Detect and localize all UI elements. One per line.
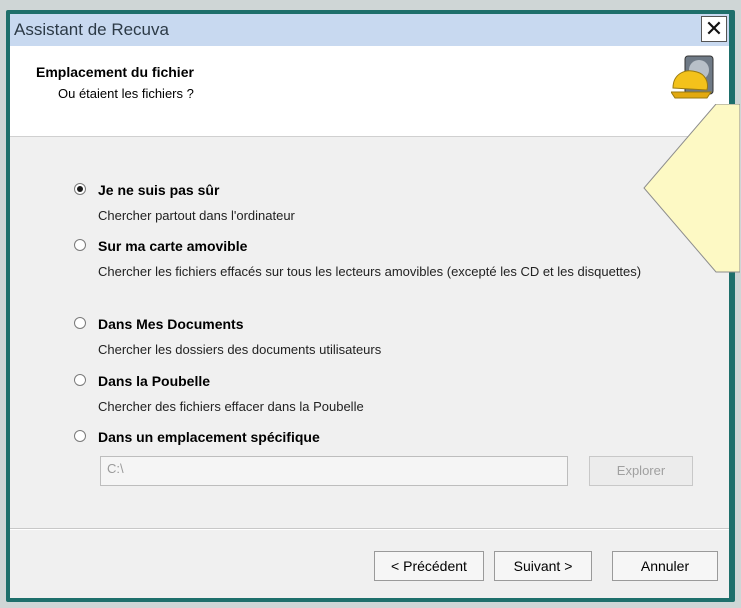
title-bar[interactable]: Assistant de Recuva ✕ (10, 14, 729, 46)
close-button[interactable]: ✕ (701, 16, 727, 42)
radio-not-sure[interactable] (74, 183, 86, 195)
option-not-sure-label[interactable]: Je ne suis pas sûr (98, 182, 219, 198)
option-my-documents-description: Chercher les dossiers des documents util… (98, 342, 382, 357)
option-not-sure-description: Chercher partout dans l'ordinateur (98, 208, 295, 223)
option-recycle-bin-description: Chercher des fichiers effacer dans la Po… (98, 399, 364, 414)
option-removable-card-description: Chercher les fichiers effacés sur tous l… (98, 264, 642, 279)
option-removable-card-label[interactable]: Sur ma carte amovible (98, 238, 247, 254)
option-specific-location-label[interactable]: Dans un emplacement spécifique (98, 429, 320, 445)
recuva-wizard-window: Assistant de Recuva ✕ Emplacement du fic… (10, 14, 740, 598)
window-title: Assistant de Recuva (14, 20, 169, 39)
location-path-input[interactable]: C:\ (100, 456, 568, 486)
recuva-helmet-icon (671, 55, 714, 99)
back-button[interactable]: < Précédent (374, 551, 484, 581)
tooltip-balloon (643, 104, 740, 273)
radio-my-documents[interactable] (74, 317, 86, 329)
next-button[interactable]: Suivant > (494, 551, 592, 581)
option-recycle-bin-label[interactable]: Dans la Poubelle (98, 373, 210, 389)
cancel-button[interactable]: Annuler (612, 551, 718, 581)
radio-recycle-bin[interactable] (74, 374, 86, 386)
explore-button[interactable]: Explorer (589, 456, 693, 486)
footer-divider (10, 528, 729, 530)
step-title: Emplacement du fichier (36, 64, 194, 80)
radio-removable-card[interactable] (74, 239, 86, 251)
radio-specific-location[interactable] (74, 430, 86, 442)
wizard-header: Emplacement du fichier Ou étaient les fi… (10, 46, 729, 137)
option-my-documents-label[interactable]: Dans Mes Documents (98, 316, 243, 332)
step-subtitle: Ou étaient les fichiers ? (58, 86, 194, 101)
